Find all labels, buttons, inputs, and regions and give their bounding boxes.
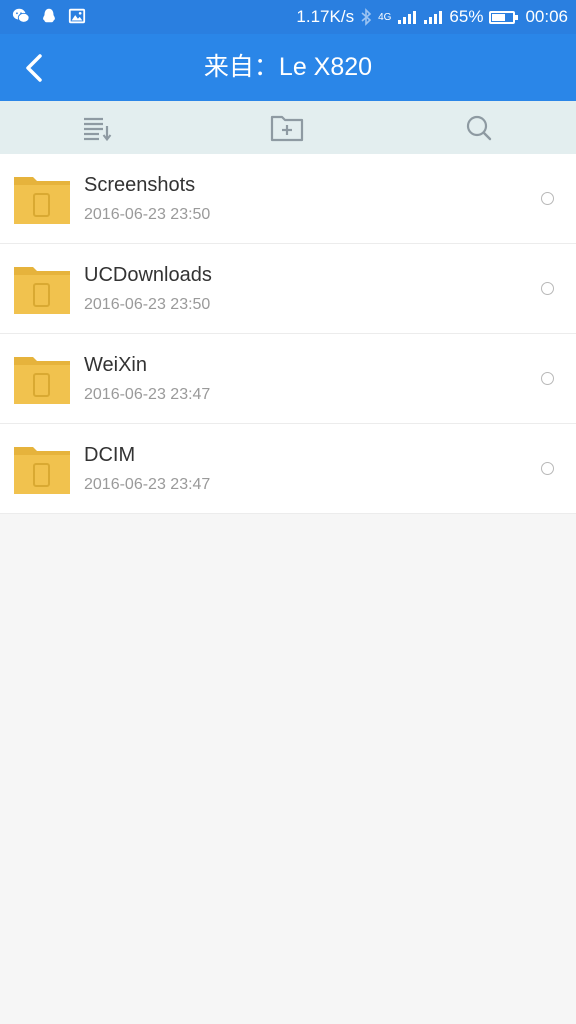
battery-icon xyxy=(489,10,519,24)
clock: 00:06 xyxy=(525,7,568,26)
signal-icon-2 xyxy=(424,11,443,24)
chevron-left-icon xyxy=(26,54,42,82)
signal-icon xyxy=(398,11,417,24)
network-speed: 1.17K/s xyxy=(296,7,355,26)
folder-icon xyxy=(14,177,70,224)
gallery-icon xyxy=(68,8,86,24)
sort-list-icon xyxy=(84,117,112,141)
search-icon xyxy=(466,115,492,141)
list-item[interactable]: WeiXin 2016-06-23 23:47 xyxy=(0,334,576,424)
select-radio[interactable] xyxy=(541,282,554,295)
file-date: 2016-06-23 23:47 xyxy=(84,386,211,403)
select-radio[interactable] xyxy=(541,192,554,205)
file-date: 2016-06-23 23:47 xyxy=(84,476,211,493)
search-button[interactable] xyxy=(462,111,496,145)
file-name: WeiXin xyxy=(84,354,147,376)
file-date: 2016-06-23 23:50 xyxy=(84,206,211,223)
system-status: 1.17K/s 4G 65% 00:06 xyxy=(296,0,568,34)
select-radio[interactable] xyxy=(541,462,554,475)
file-list: Screenshots 2016-06-23 23:50 UCDownloads… xyxy=(0,154,576,514)
file-name: UCDownloads xyxy=(84,264,212,286)
network-type: 4G xyxy=(378,11,392,23)
sort-button[interactable] xyxy=(80,111,114,145)
bluetooth-icon xyxy=(361,8,372,26)
page-title: 来自：Le X820 xyxy=(203,53,373,81)
list-item[interactable]: DCIM 2016-06-23 23:47 xyxy=(0,424,576,514)
app-bar: 来自：Le X820 xyxy=(0,34,576,101)
back-button[interactable] xyxy=(14,48,54,88)
status-bar: 1.17K/s 4G 65% 00:06 xyxy=(0,0,576,34)
new-folder-button[interactable] xyxy=(270,111,304,145)
list-item[interactable]: UCDownloads 2016-06-23 23:50 xyxy=(0,244,576,334)
toolbar xyxy=(0,101,576,154)
wechat-icon xyxy=(12,8,30,23)
battery-percent: 65% xyxy=(449,7,484,26)
battery-fill xyxy=(492,13,506,21)
folder-icon xyxy=(14,267,70,314)
file-name: Screenshots xyxy=(84,174,196,196)
folder-icon xyxy=(14,447,70,494)
file-date: 2016-06-23 23:50 xyxy=(84,296,211,313)
new-folder-icon xyxy=(270,115,304,142)
notification-icons xyxy=(12,7,86,25)
select-radio[interactable] xyxy=(541,372,554,385)
list-item[interactable]: Screenshots 2016-06-23 23:50 xyxy=(0,154,576,244)
qq-icon xyxy=(43,8,55,23)
file-name: DCIM xyxy=(84,444,136,466)
folder-icon xyxy=(14,357,70,404)
